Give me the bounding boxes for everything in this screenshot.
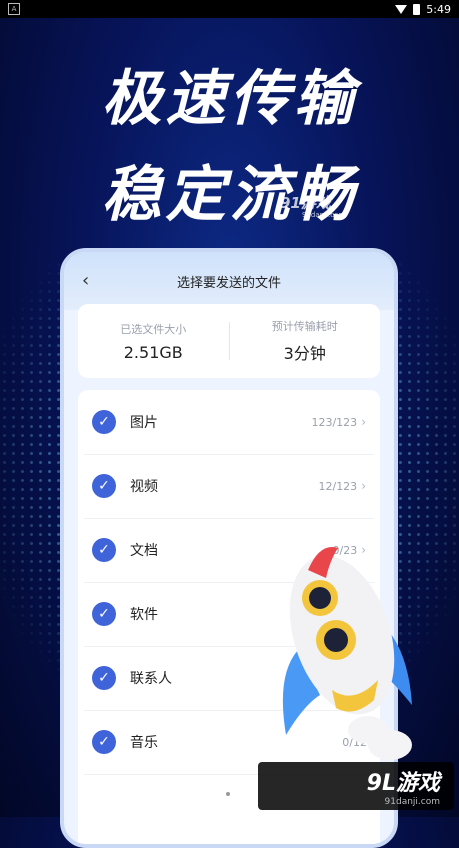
chevron-right-icon: › (361, 479, 366, 493)
watermark-brand: 91游戏 (280, 194, 331, 212)
category-row-videos[interactable]: ✓ 视频 12/123 › (84, 454, 374, 519)
checkmark-icon[interactable]: ✓ (92, 474, 116, 498)
checkmark-icon[interactable]: ✓ (92, 538, 116, 562)
category-count: 123/123 (311, 415, 358, 429)
chevron-right-icon: › (361, 415, 366, 429)
watermark-site: 91danji.com (302, 211, 346, 219)
category-row-images[interactable]: ✓ 图片 123/123 › (84, 390, 374, 455)
estimated-time-value: 3分钟 (283, 344, 326, 363)
screen-title: 选择要发送的文件 (176, 276, 281, 291)
watermark-top: 91游戏 91danji.com (280, 192, 345, 219)
watermark-bottom-logo: 9L游戏 91danji.com (367, 765, 440, 807)
screen-header: ‹ 选择要发送的文件 (64, 252, 394, 310)
transfer-summary-card: 已选文件大小 2.51GB 预计传输耗时 3分钟 (78, 304, 380, 378)
wifi-icon (395, 4, 408, 14)
estimated-time: 预计传输耗时 3分钟 (230, 318, 381, 364)
category-count: 12/123 (318, 479, 358, 493)
selected-size-value: 2.51GB (123, 342, 183, 362)
watermark-bottom: 9L游戏 91danji.com (258, 762, 454, 810)
status-bar: A 5:49 (0, 0, 459, 18)
estimated-time-label: 预计传输耗时 (271, 320, 338, 333)
checkmark-icon[interactable]: ✓ (92, 602, 116, 626)
checkmark-icon[interactable]: ✓ (92, 730, 116, 754)
page-indicator-dot (226, 792, 230, 796)
category-label: 图片 (130, 415, 158, 431)
checkmark-icon[interactable]: ✓ (92, 410, 116, 434)
headline-line1: 极速传输 (101, 64, 358, 134)
battery-icon (413, 3, 421, 15)
watermark-bottom-site: 91danji.com (384, 797, 440, 807)
selected-size-label: 已选文件大小 (120, 322, 187, 336)
selected-size: 已选文件大小 2.51GB (78, 321, 229, 362)
notification-icon: A (8, 3, 20, 15)
checkmark-icon[interactable]: ✓ (92, 666, 116, 690)
status-time: 5:49 (426, 2, 451, 16)
headline-line2: 稳定流畅 (101, 160, 358, 230)
rocket-illustration-icon (282, 546, 412, 760)
watermark-bottom-brand: 9L游戏 (366, 771, 440, 796)
category-label: 视频 (130, 479, 158, 495)
